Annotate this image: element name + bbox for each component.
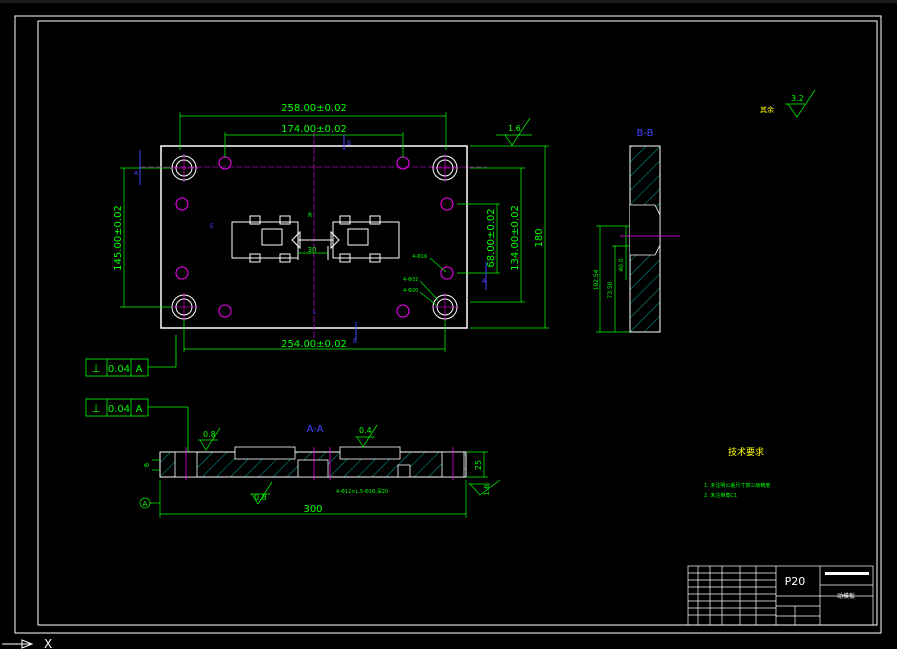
roughness-bottom-right: 1.6 <box>483 484 491 496</box>
tol1-value: 0.04 <box>108 364 130 375</box>
dim-right-outer: 180 <box>534 228 545 247</box>
title-part-code: P20 <box>785 575 806 588</box>
section-b-bottom: B <box>353 338 357 345</box>
plan-view: 30 E L R <box>140 132 487 340</box>
dim-top-inner: 174.00±0.02 <box>281 124 347 135</box>
section-bb-view <box>596 145 680 333</box>
hole-callouts <box>419 257 447 306</box>
dim-bottom: 254.00±0.02 <box>281 339 347 350</box>
dim-center-small: 30 <box>308 246 317 254</box>
ucs-icon <box>2 639 34 649</box>
dim-length-300: 300 <box>303 504 322 515</box>
dim-right-mid: 134.00±0.02 <box>510 205 521 271</box>
tol1-datum: A <box>136 364 143 375</box>
dim-thick-25: 25 <box>474 460 483 470</box>
hole-label-3: 4-Φ20 <box>403 288 418 294</box>
hole-label-4: 4-Φ12×L.5-Φ18,深20 <box>336 488 388 495</box>
notes-item-2: 2. 未注倒角C1 <box>704 492 737 499</box>
roughness-top-right-value: 1.6 <box>508 124 521 133</box>
notes-item-1: 1. 未注明公差尺寸按三级精度 <box>704 482 770 489</box>
bb-dim-2: 73.50 <box>607 281 614 298</box>
datum-a-label: A <box>143 500 148 508</box>
corner-roughness-label: 其余 <box>760 105 774 114</box>
cad-drawing: 30 E L R 258.00±0.02 174.00±0.02 254.00±… <box>0 0 897 649</box>
section-aa-view <box>159 446 467 480</box>
ucs-x-label: X <box>44 637 52 649</box>
section-aa-label: A-A <box>307 424 324 435</box>
hole-label-2: 4-Φ32 <box>403 277 418 283</box>
section-b-top: B <box>347 140 351 147</box>
roughness-sec-bottom: 0.8 <box>254 493 267 502</box>
bb-dim-3: 40.0 <box>618 258 625 272</box>
tol1-symbol: ⊥ <box>91 362 101 375</box>
dim-left-6: 6 <box>143 462 151 467</box>
dim-top-outer: 258.00±0.02 <box>281 103 347 114</box>
tol2-datum: A <box>136 404 143 415</box>
notes-title: 技术要求 <box>728 446 764 458</box>
hole-label-1: 4-Φ16 <box>412 254 427 260</box>
plan-dimensions <box>120 112 549 352</box>
tol2-symbol: ⊥ <box>91 402 101 415</box>
section-a-top: A <box>134 170 139 177</box>
bb-dim-1: 192.54 <box>593 269 600 290</box>
svg-text:R: R <box>308 212 312 219</box>
tol2-value: 0.04 <box>108 404 130 415</box>
dim-right-inner: 68.00±0.02 <box>486 208 497 267</box>
roughness-sec-left: 0.8 <box>203 430 216 439</box>
title-part-name: 动模板 <box>837 592 855 600</box>
section-bb-label: B-B <box>637 128 654 139</box>
svg-text:E: E <box>210 223 214 230</box>
inner-frame <box>37 20 878 626</box>
outer-frame <box>14 15 882 634</box>
corner-roughness-value: 3.2 <box>791 94 804 103</box>
roughness-sec-mid: 0.4 <box>359 426 372 435</box>
dim-left-height: 145.00±0.02 <box>113 205 124 271</box>
svg-text:L: L <box>313 309 317 316</box>
